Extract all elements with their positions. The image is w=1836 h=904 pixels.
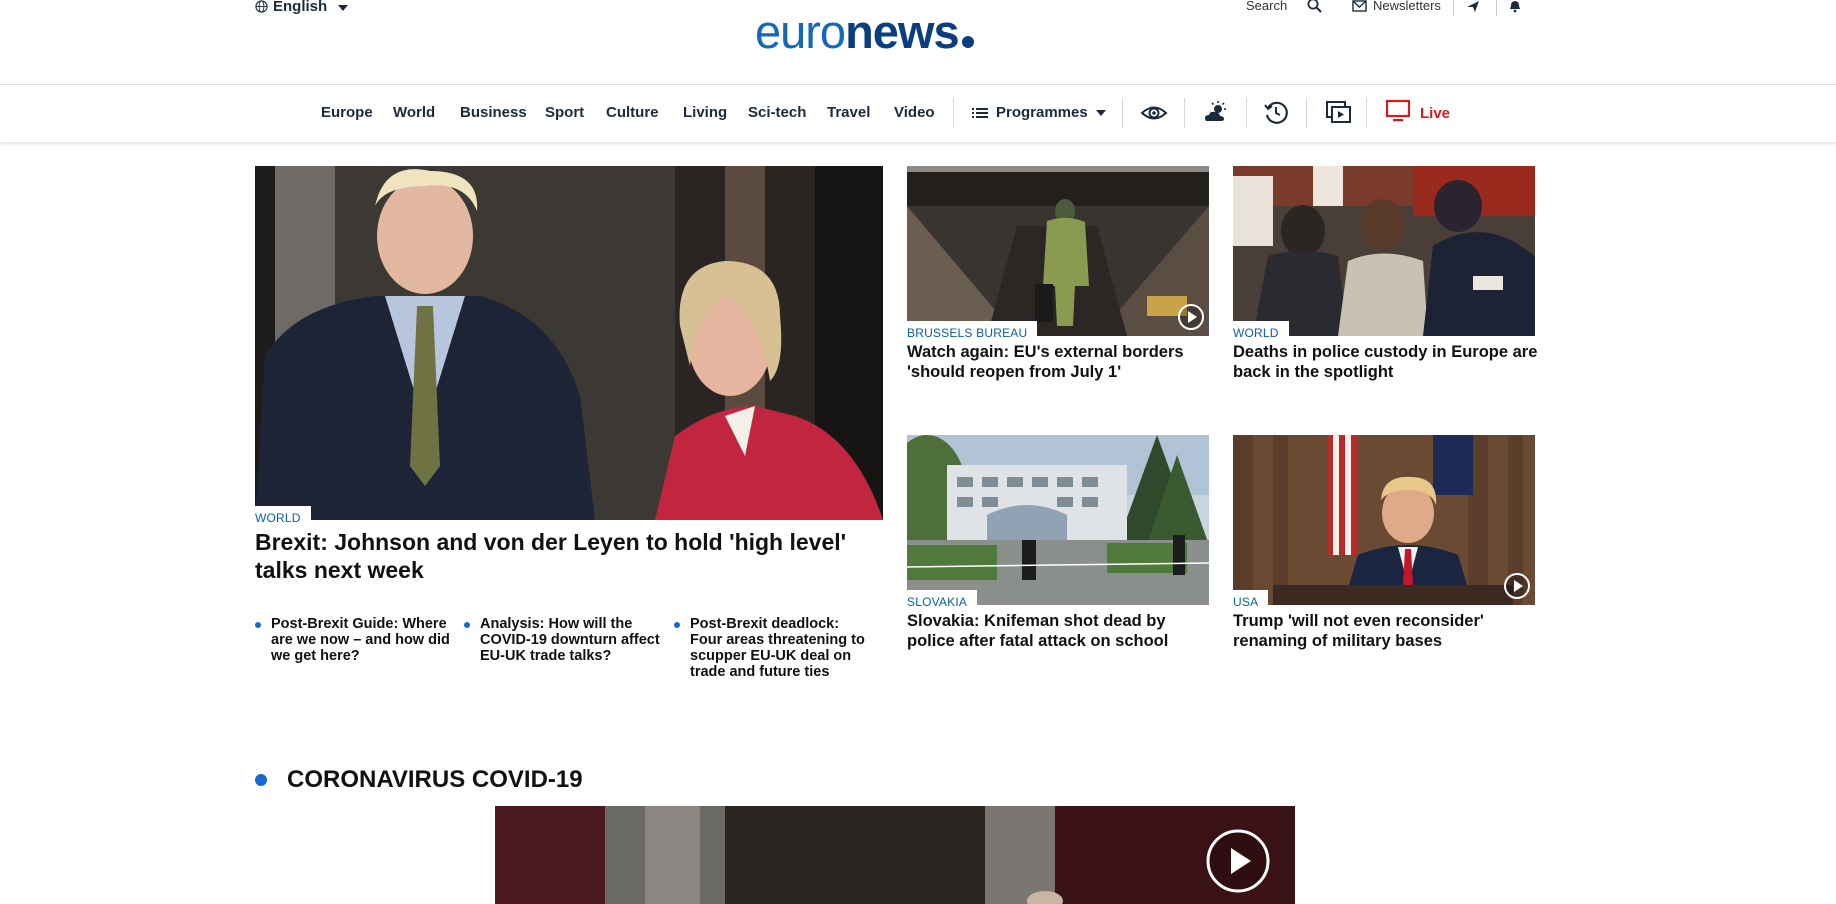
search-button[interactable]: Search xyxy=(1246,0,1322,13)
related-link-2[interactable]: Analysis: How will the COVID-19 downturn… xyxy=(464,616,664,665)
nav-item-culture[interactable]: Culture xyxy=(606,104,659,121)
article-headline[interactable]: Trump 'will not even reconsider' renamin… xyxy=(1233,612,1543,652)
programmes-label: Programmes xyxy=(996,104,1088,121)
newsletters-link[interactable]: Newsletters xyxy=(1352,0,1441,13)
article-image[interactable] xyxy=(1233,435,1535,605)
nav-item-business[interactable]: Business xyxy=(460,104,527,121)
nav-item-video[interactable]: Video xyxy=(894,104,935,121)
hero-headline[interactable]: Brexit: Johnson and von der Leyen to hol… xyxy=(255,529,875,584)
nav-item-travel[interactable]: Travel xyxy=(827,104,870,121)
globe-icon xyxy=(255,0,268,13)
article-tag[interactable]: WORLD xyxy=(1233,321,1289,343)
list-icon xyxy=(972,107,988,118)
search-label: Search xyxy=(1246,0,1288,13)
nav-divider xyxy=(953,98,954,128)
related-link-1[interactable]: Post-Brexit Guide: Where are we now – an… xyxy=(255,616,455,665)
play-icon[interactable] xyxy=(1502,571,1532,601)
video-player[interactable] xyxy=(495,806,1295,904)
article-image[interactable] xyxy=(907,435,1209,605)
nav-item-sport[interactable]: Sport xyxy=(545,104,584,121)
nav-item-sci-tech[interactable]: Sci-tech xyxy=(748,104,806,121)
logo-dot xyxy=(961,36,974,48)
article-headline[interactable]: Watch again: EU's external borders 'shou… xyxy=(907,343,1217,383)
article-image[interactable] xyxy=(1233,166,1535,336)
section-bullet-icon xyxy=(255,774,267,786)
nav-divider xyxy=(1184,98,1185,128)
hero-tag[interactable]: WORLD xyxy=(255,506,311,528)
logo-text-light: euro xyxy=(755,5,846,58)
chevron-down-icon xyxy=(338,4,349,11)
article-tag[interactable]: USA xyxy=(1233,590,1269,612)
nav-item-living[interactable]: Living xyxy=(683,104,727,121)
nav-divider xyxy=(1306,98,1307,128)
divider xyxy=(1496,0,1497,16)
playlist-icon[interactable] xyxy=(1324,99,1352,127)
mail-icon xyxy=(1352,0,1367,12)
main-navigation: Europe World Business Sport Culture Livi… xyxy=(0,86,1836,142)
play-icon[interactable] xyxy=(1205,828,1271,894)
article-tag[interactable]: BRUSSELS BUREAU xyxy=(907,321,1038,343)
article-headline[interactable]: Deaths in police custody in Europe are b… xyxy=(1233,343,1543,383)
chevron-down-icon xyxy=(1095,109,1106,116)
language-label: English xyxy=(273,0,328,15)
nav-divider xyxy=(1122,98,1123,128)
nav-item-europe[interactable]: Europe xyxy=(321,104,373,121)
weather-icon[interactable] xyxy=(1202,99,1230,127)
live-label: Live xyxy=(1420,104,1451,122)
history-icon[interactable] xyxy=(1262,99,1290,127)
newsletters-label: Newsletters xyxy=(1373,0,1441,13)
nav-divider xyxy=(1246,98,1247,128)
article-headline[interactable]: Slovakia: Knifeman shot dead by police a… xyxy=(907,612,1217,652)
play-icon[interactable] xyxy=(1176,302,1206,332)
live-button[interactable]: Live xyxy=(1386,99,1450,123)
section-title: CORONAVIRUS COVID-19 xyxy=(287,766,583,793)
euronews-logo[interactable]: euronews xyxy=(755,8,974,55)
nav-item-world[interactable]: World xyxy=(393,104,435,121)
top-bar: English euronews Search Newsletters xyxy=(0,0,1836,85)
plane-icon[interactable] xyxy=(1466,0,1480,13)
weather-alert-icon[interactable] xyxy=(1508,0,1522,13)
related-link-3[interactable]: Post-Brexit deadlock: Four areas threate… xyxy=(674,616,874,681)
article-tag[interactable]: SLOVAKIA xyxy=(907,590,978,612)
section-heading[interactable]: CORONAVIRUS COVID-19 xyxy=(255,766,583,794)
article-image[interactable] xyxy=(907,166,1209,336)
tv-icon xyxy=(1386,99,1410,122)
eye-icon[interactable] xyxy=(1140,99,1168,127)
nav-divider xyxy=(1366,98,1367,128)
language-selector[interactable]: English xyxy=(255,0,349,15)
hero-image[interactable] xyxy=(255,166,883,520)
programmes-menu[interactable]: Programmes xyxy=(972,104,1106,121)
search-icon xyxy=(1307,0,1322,13)
logo-text-bold: news xyxy=(845,5,960,58)
divider xyxy=(1453,0,1454,16)
